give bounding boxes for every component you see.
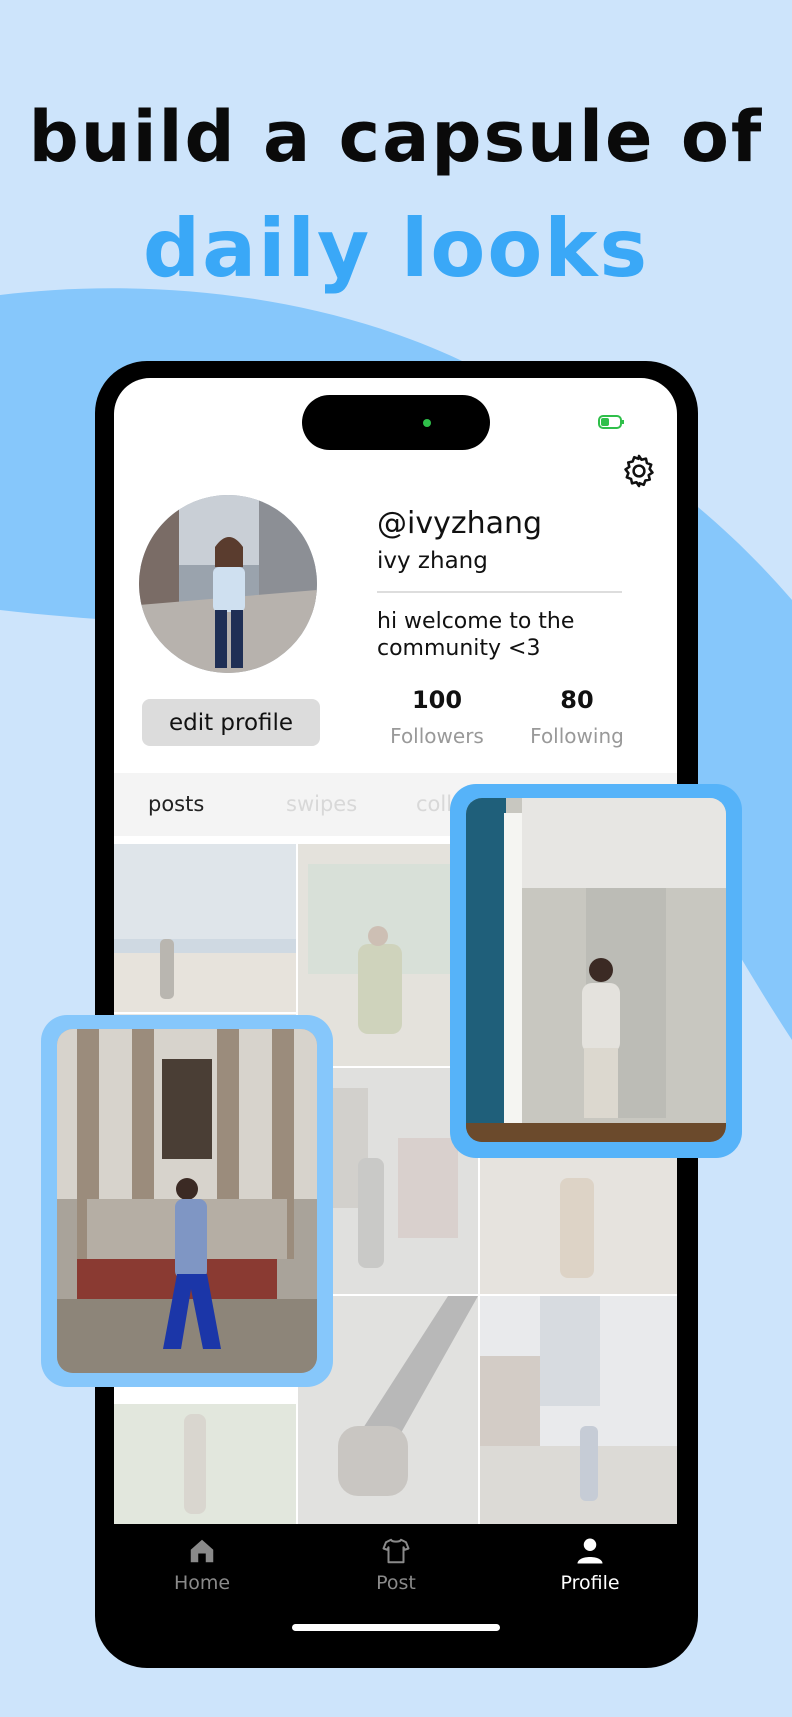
dynamic-island	[302, 395, 490, 450]
edit-profile-button[interactable]: edit profile	[142, 699, 320, 746]
nav-profile-label: Profile	[560, 1572, 620, 1594]
headline-line-2: daily looks	[142, 202, 650, 295]
tab-posts[interactable]: posts	[148, 773, 205, 839]
followers-count: 100	[411, 686, 463, 714]
headline-line-1: build a capsule of	[28, 96, 764, 178]
followers-label: Followers	[390, 724, 484, 748]
gear-icon[interactable]	[620, 452, 658, 490]
nav-post-label: Post	[376, 1572, 416, 1594]
tab-swipes[interactable]: swipes	[286, 773, 357, 836]
nav-home-label: Home	[173, 1572, 231, 1594]
profile-handle: @ivyzhang	[377, 506, 543, 541]
following-stat[interactable]: 80 Following	[522, 686, 632, 748]
post-thumbnail[interactable]	[114, 844, 296, 1012]
divider	[377, 591, 622, 593]
avatar[interactable]	[139, 495, 317, 673]
nav-profile[interactable]: Profile	[535, 1536, 645, 1594]
mirror-selfie-photo	[466, 798, 726, 1142]
following-count: 80	[560, 686, 594, 714]
person-icon	[577, 1538, 603, 1564]
camera-indicator	[423, 419, 431, 427]
nav-post[interactable]: Post	[341, 1536, 451, 1594]
followers-stat[interactable]: 100 Followers	[382, 686, 492, 748]
featured-photo-card[interactable]	[41, 1015, 333, 1387]
profile-name: ivy zhang	[377, 548, 488, 574]
temple-outfit-photo	[57, 1029, 317, 1373]
home-indicator[interactable]	[292, 1624, 500, 1631]
following-label: Following	[530, 724, 624, 748]
featured-photo-card[interactable]	[450, 784, 742, 1158]
battery-charging-icon	[598, 415, 624, 429]
profile-bio: hi welcome to the community <3	[377, 609, 575, 661]
bottom-nav-bar: Home Post Profile	[114, 1524, 677, 1634]
home-icon	[190, 1539, 214, 1563]
post-thumbnail[interactable]	[114, 1404, 296, 1524]
tab-collections[interactable]: coll	[416, 773, 452, 836]
post-thumbnail[interactable]	[480, 1296, 677, 1524]
shirt-icon	[382, 1538, 410, 1564]
nav-home[interactable]: Home	[147, 1536, 257, 1594]
